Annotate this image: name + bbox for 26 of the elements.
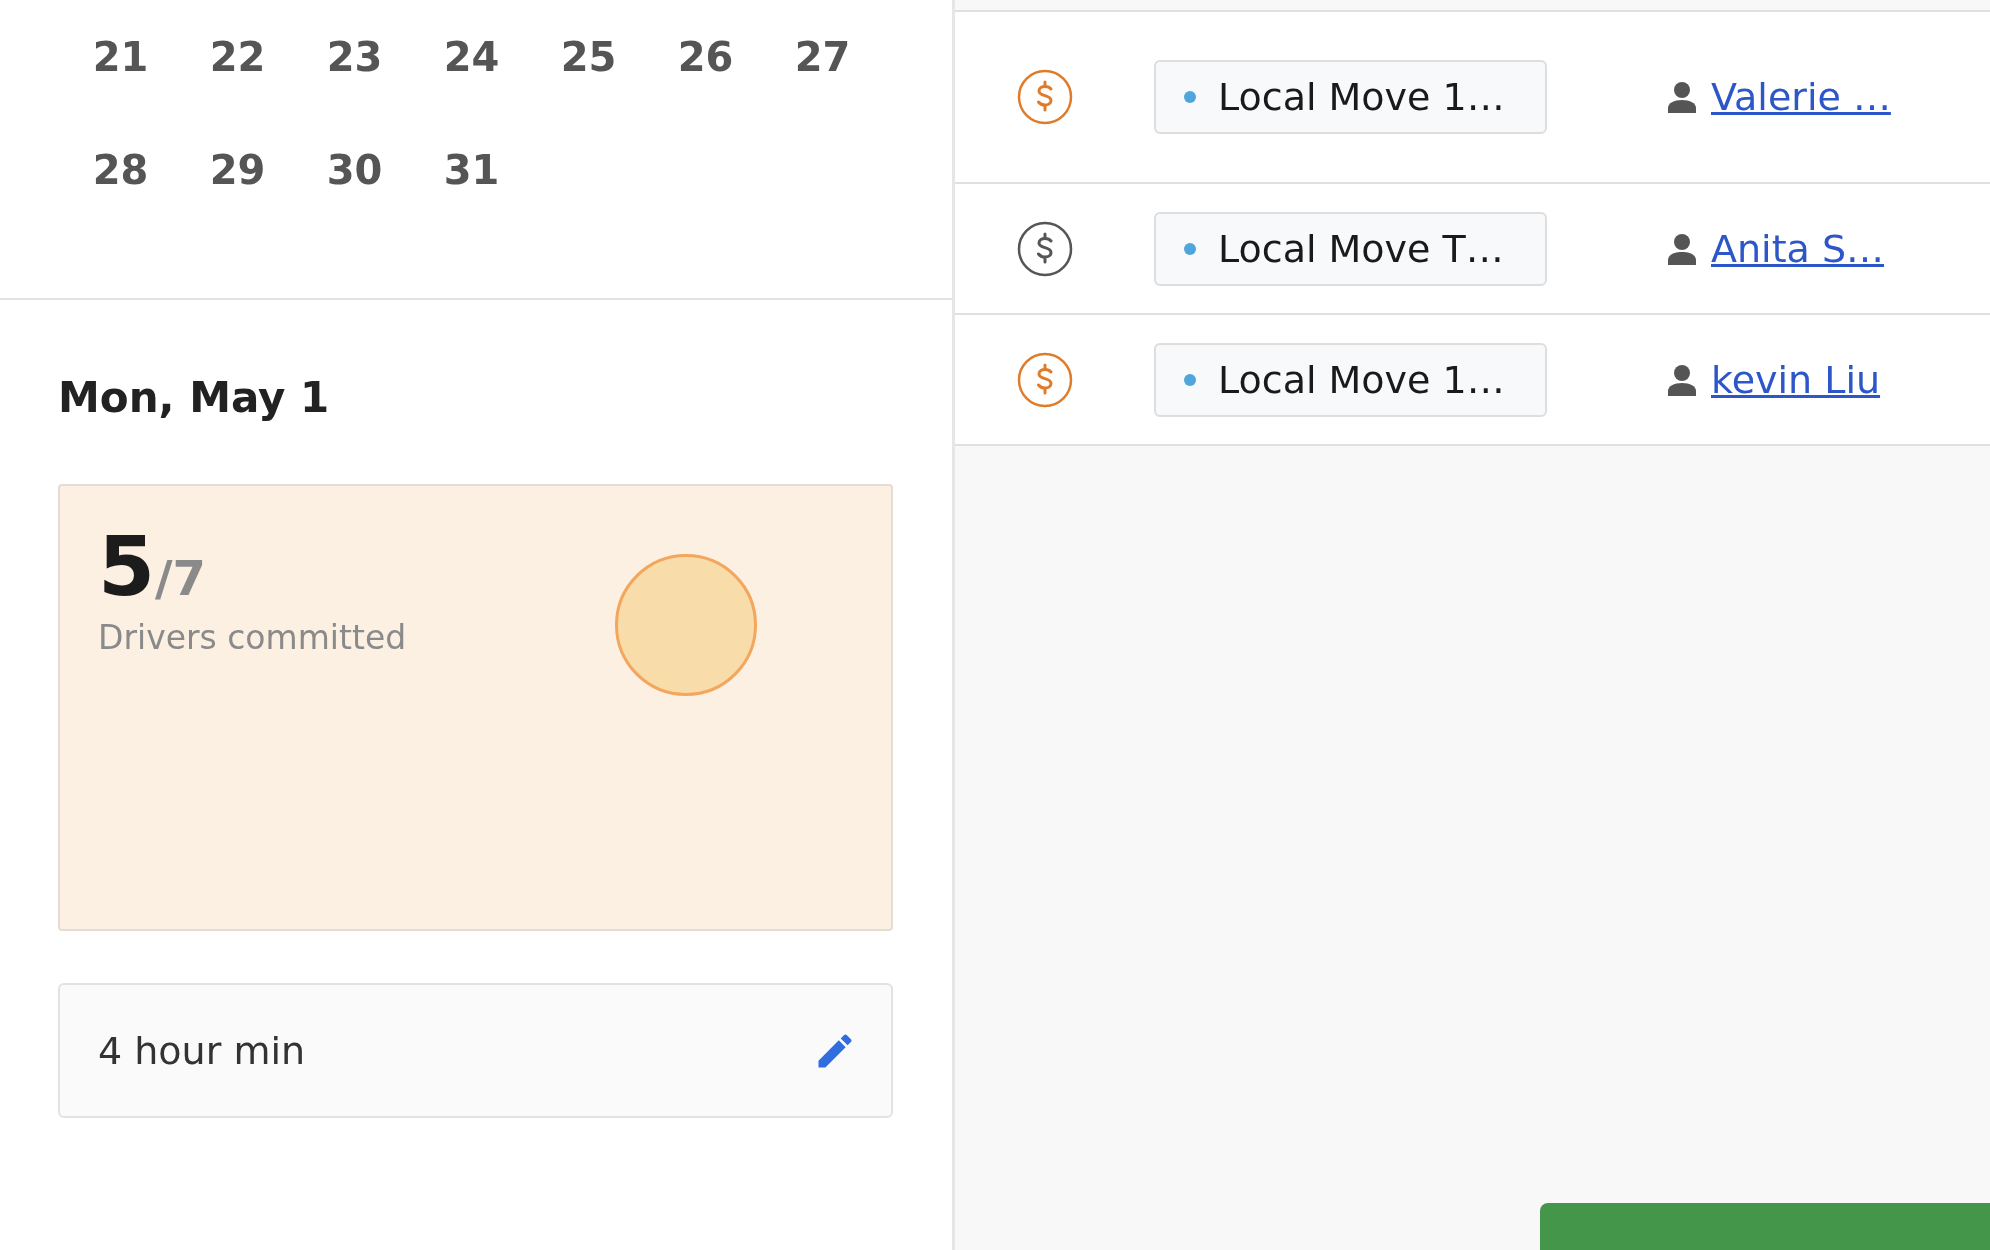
date-heading: Mon, May 1 <box>58 372 331 424</box>
job-chip[interactable]: Local Move 1… <box>1154 342 1547 417</box>
calendar-day[interactable]: 29 <box>179 113 296 226</box>
customer-link[interactable]: Valerie … <box>1711 75 1891 119</box>
calendar-day[interactable]: 21 <box>62 0 179 113</box>
calendar-day[interactable]: 30 <box>296 113 413 226</box>
job-chip[interactable]: Local Move T… <box>1154 211 1547 286</box>
calendar-day[interactable]: 23 <box>296 0 413 113</box>
drivers-count: 5 <box>98 522 156 612</box>
drivers-label: Drivers committed <box>98 618 408 657</box>
job-chip[interactable]: Local Move 1… <box>1154 60 1547 134</box>
customer-link[interactable]: Anita S… <box>1711 226 1885 271</box>
calendar-day[interactable]: 27 <box>764 0 881 113</box>
customer-link[interactable]: kevin Liu <box>1711 357 1881 402</box>
calendar-day[interactable]: 24 <box>413 0 530 113</box>
calendar-day[interactable]: 31 <box>413 113 530 226</box>
calendar-day[interactable]: 28 <box>62 113 179 226</box>
person-icon <box>1667 363 1697 396</box>
person-icon <box>1667 232 1697 265</box>
calendar-day[interactable]: 22 <box>179 0 296 113</box>
minimum-hours-field[interactable]: 4 hour min <box>58 983 893 1118</box>
minimum-hours-value: 4 hour min <box>98 1028 306 1073</box>
drivers-total: /7 <box>155 550 206 606</box>
calendar-day[interactable]: 26 <box>647 0 764 113</box>
calendar-day[interactable]: 25 <box>530 0 647 113</box>
person-icon <box>1667 81 1697 113</box>
